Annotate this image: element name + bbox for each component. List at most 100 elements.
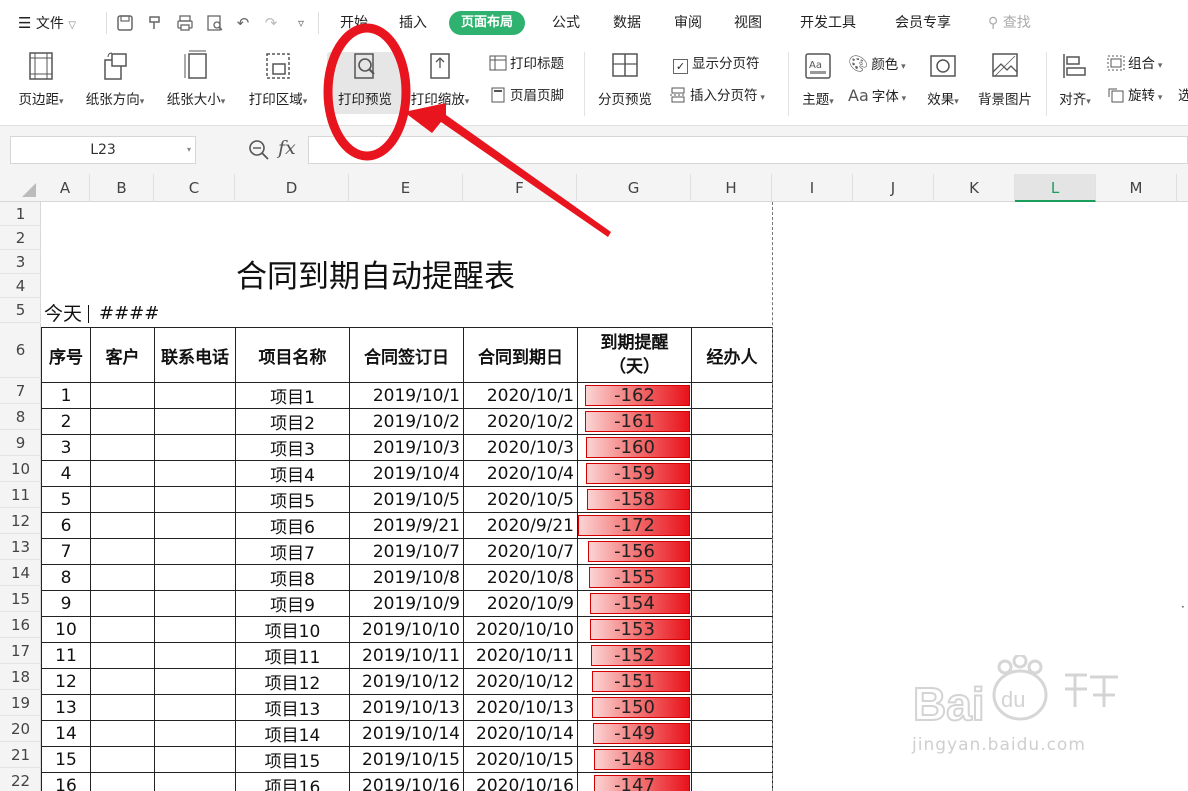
cell-customer[interactable]	[90, 382, 155, 409]
cell-no[interactable]: 6	[41, 512, 91, 539]
cell-customer[interactable]	[90, 460, 155, 487]
row-header-11[interactable]: 11	[0, 482, 41, 508]
rotate-button[interactable]: 旋转 ▾	[1107, 87, 1162, 107]
tab-home[interactable]: 开始	[340, 13, 368, 33]
cell-no[interactable]: 7	[41, 538, 91, 565]
cell-no[interactable]: 13	[41, 694, 91, 721]
header-project[interactable]: 项目名称	[235, 327, 350, 383]
cell-project[interactable]: 项目4	[235, 460, 350, 487]
column-header-h[interactable]: H	[691, 174, 772, 202]
cell-remind-days[interactable]: -158	[577, 486, 692, 513]
cell-customer[interactable]	[90, 590, 155, 617]
header-no[interactable]: 序号	[41, 327, 91, 383]
cell-remind-days[interactable]: -172	[577, 512, 692, 539]
search-box[interactable]: ⚲ 查找	[988, 13, 1031, 33]
column-header-m[interactable]: M	[1096, 174, 1177, 202]
cell-expiry-date[interactable]: 2020/10/8	[463, 564, 578, 591]
row-header-22[interactable]: 22	[0, 768, 41, 791]
row-header-5[interactable]: 5	[0, 298, 41, 323]
select-pane-button[interactable]: 选	[1178, 87, 1188, 105]
cell-signed-date[interactable]: 2019/10/11	[349, 642, 464, 669]
page-break-preview-button[interactable]: 分页预览	[592, 50, 658, 108]
row-header-18[interactable]: 18	[0, 664, 41, 690]
cell-expiry-date[interactable]: 2020/10/2	[463, 408, 578, 435]
cell-project[interactable]: 项目1	[235, 382, 350, 409]
cell-customer[interactable]	[90, 720, 155, 747]
row-header-4[interactable]: 4	[0, 274, 41, 298]
header-phone[interactable]: 联系电话	[154, 327, 236, 383]
cell-project[interactable]: 项目5	[235, 486, 350, 513]
row-header-3[interactable]: 3	[0, 250, 41, 274]
cell-project[interactable]: 项目9	[235, 590, 350, 617]
cell-project[interactable]: 项目2	[235, 408, 350, 435]
today-label[interactable]: 今天	[44, 302, 82, 326]
paper-size-button[interactable]: 纸张大小▾	[161, 50, 231, 108]
column-header-i[interactable]: I	[772, 174, 853, 202]
cell-expiry-date[interactable]: 2020/10/14	[463, 720, 578, 747]
row-header-14[interactable]: 14	[0, 560, 41, 586]
cell-signed-date[interactable]: 2019/10/1	[349, 382, 464, 409]
print-icon[interactable]	[176, 14, 194, 32]
cell-project[interactable]: 项目6	[235, 512, 350, 539]
cell-expiry-date[interactable]: 2020/10/1	[463, 382, 578, 409]
row-header-10[interactable]: 10	[0, 456, 41, 482]
cell-customer[interactable]	[90, 694, 155, 721]
cell-no[interactable]: 11	[41, 642, 91, 669]
name-box[interactable]: L23 ▾	[10, 136, 196, 164]
cell-signed-date[interactable]: 2019/10/8	[349, 564, 464, 591]
cell-handler[interactable]	[691, 408, 773, 435]
cell-customer[interactable]	[90, 486, 155, 513]
cell-phone[interactable]	[154, 720, 236, 747]
cell-customer[interactable]	[90, 616, 155, 643]
formula-input[interactable]	[308, 136, 1188, 164]
cell-customer[interactable]	[90, 408, 155, 435]
row-header-13[interactable]: 13	[0, 534, 41, 560]
save-icon[interactable]	[116, 14, 134, 32]
row-header-19[interactable]: 19	[0, 690, 41, 716]
row-header-1[interactable]: 1	[0, 202, 41, 226]
cell-expiry-date[interactable]: 2020/10/15	[463, 746, 578, 773]
cell-project[interactable]: 项目12	[235, 668, 350, 695]
select-all-corner[interactable]	[0, 174, 41, 202]
cell-remind-days[interactable]: -153	[577, 616, 692, 643]
cell-no[interactable]: 14	[41, 720, 91, 747]
background-image-button[interactable]: 背景图片	[972, 50, 1038, 108]
tab-data[interactable]: 数据	[613, 13, 641, 33]
row-header-21[interactable]: 21	[0, 742, 41, 768]
cell-expiry-date[interactable]: 2020/10/4	[463, 460, 578, 487]
cell-phone[interactable]	[154, 590, 236, 617]
cell-handler[interactable]	[691, 434, 773, 461]
align-button[interactable]: 对齐▾	[1052, 50, 1098, 108]
row-header-17[interactable]: 17	[0, 638, 41, 664]
cell-handler[interactable]	[691, 486, 773, 513]
tab-review[interactable]: 审阅	[674, 13, 702, 33]
cell-project[interactable]: 项目10	[235, 616, 350, 643]
print-preview-icon[interactable]	[206, 14, 224, 32]
cell-handler[interactable]	[691, 642, 773, 669]
tab-developer[interactable]: 开发工具	[800, 13, 856, 33]
cell-project[interactable]: 项目13	[235, 694, 350, 721]
undo-icon[interactable]: ↶	[234, 14, 252, 32]
cell-phone[interactable]	[154, 694, 236, 721]
print-scale-button[interactable]: 打印缩放▾	[405, 50, 475, 108]
cell-handler[interactable]	[691, 538, 773, 565]
row-header-20[interactable]: 20	[0, 716, 41, 742]
print-titles-button[interactable]: 打印标题	[489, 55, 564, 73]
cell-remind-days[interactable]: -151	[577, 668, 692, 695]
cell-remind-days[interactable]: -150	[577, 694, 692, 721]
cell-phone[interactable]	[154, 538, 236, 565]
effects-button[interactable]: 效果▾	[920, 50, 966, 108]
cell-no[interactable]: 9	[41, 590, 91, 617]
cell-project[interactable]: 项目3	[235, 434, 350, 461]
cell-signed-date[interactable]: 2019/10/5	[349, 486, 464, 513]
cell-signed-date[interactable]: 2019/10/10	[349, 616, 464, 643]
print-area-button[interactable]: 打印区域▾	[242, 50, 314, 108]
column-header-e[interactable]: E	[349, 174, 463, 202]
cell-expiry-date[interactable]: 2020/10/3	[463, 434, 578, 461]
cell-phone[interactable]	[154, 434, 236, 461]
column-header-k[interactable]: K	[934, 174, 1015, 202]
cell-customer[interactable]	[90, 434, 155, 461]
cell-no[interactable]: 3	[41, 434, 91, 461]
cell-handler[interactable]	[691, 460, 773, 487]
column-header-l[interactable]: L	[1015, 174, 1096, 202]
